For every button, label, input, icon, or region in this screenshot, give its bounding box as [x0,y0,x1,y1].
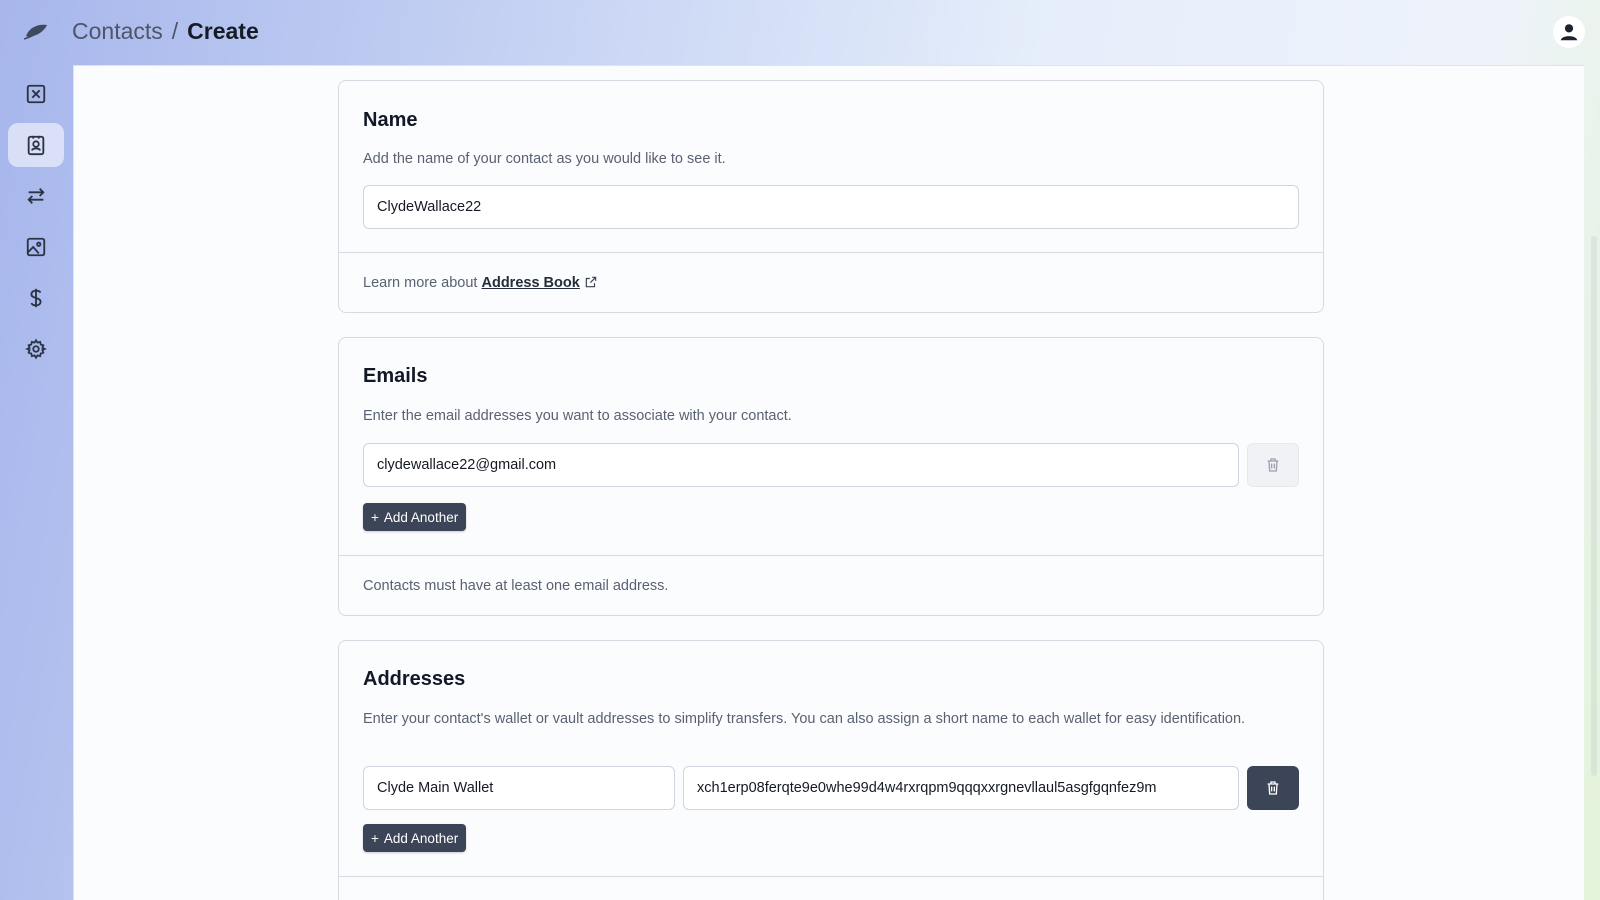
breadcrumb: Contacts / Create [72,18,259,45]
addresses-section-title: Addresses [363,668,466,690]
addresses-section-description: Enter your contact's wallet or vault add… [363,711,1246,727]
user-avatar-button[interactable] [1553,16,1585,48]
external-link-icon[interactable] [584,275,598,289]
page-scrollbar[interactable] [1591,236,1597,776]
app-logo-icon[interactable] [22,20,50,44]
plus-icon: + [371,509,379,525]
emails-section-title: Emails [363,365,428,387]
learn-more-text: Learn more about Address Book [363,275,598,291]
name-section-title: Name [363,109,418,131]
image-icon [26,237,46,257]
name-input[interactable]: ClydeWallace22 [363,185,1299,229]
trash-icon [1267,781,1279,795]
add-address-button[interactable]: + Add Another [363,824,467,852]
add-email-button[interactable]: + Add Another [363,503,467,531]
gear-icon [25,338,47,360]
emails-section-description: Enter the email addresses you want to as… [363,408,792,424]
top-bar: Contacts / Create [0,0,1600,64]
contact-card-icon [27,135,45,156]
x-square-icon [26,84,46,104]
learn-more-prefix: Learn more about [363,275,478,291]
breadcrumb-contacts-link[interactable]: Contacts [72,18,163,45]
wallet-address-input[interactable]: xch1erp08ferqte9e0whe99d4w4rxrqpm9qqqxxr… [683,766,1239,810]
address-book-link[interactable]: Address Book [482,275,580,291]
plus-icon: + [371,830,379,846]
emails-card: Emails Enter the email addresses you wan… [338,337,1324,616]
name-section-description: Add the name of your contact as you woul… [363,151,726,167]
addresses-card-divider [339,876,1323,877]
emails-footer-note: Contacts must have at least one email ad… [363,578,669,594]
sidebar-item-contacts[interactable] [8,123,64,167]
transfer-arrows-icon [27,188,45,204]
emails-card-divider [339,555,1323,556]
sidebar-item-tokens[interactable] [8,276,64,320]
trash-icon [1267,458,1279,472]
sidebar-item-offers[interactable] [8,72,64,116]
name-card: Name Add the name of your contact as you… [338,80,1324,313]
add-address-label: Add Another [383,830,459,846]
email-field[interactable]: clydewallace22@gmail.com [363,443,1239,487]
sidebar-item-transfers[interactable] [8,174,64,218]
delete-address-button[interactable] [1247,766,1299,810]
delete-email-button[interactable] [1247,443,1299,487]
main-content: Name Add the name of your contact as you… [73,65,1584,900]
breadcrumb-separator: / [171,18,179,44]
sidebar-item-settings[interactable] [8,327,64,371]
dollar-icon [30,288,42,308]
user-icon [1560,24,1578,41]
sidebar-item-nfts[interactable] [8,225,64,269]
breadcrumb-current-page: Create [187,18,259,44]
name-card-divider [339,252,1323,253]
wallet-name-input[interactable]: Clyde Main Wallet [363,766,675,810]
addresses-card: Addresses Enter your contact's wallet or… [338,640,1324,900]
add-email-label: Add Another [383,509,459,525]
